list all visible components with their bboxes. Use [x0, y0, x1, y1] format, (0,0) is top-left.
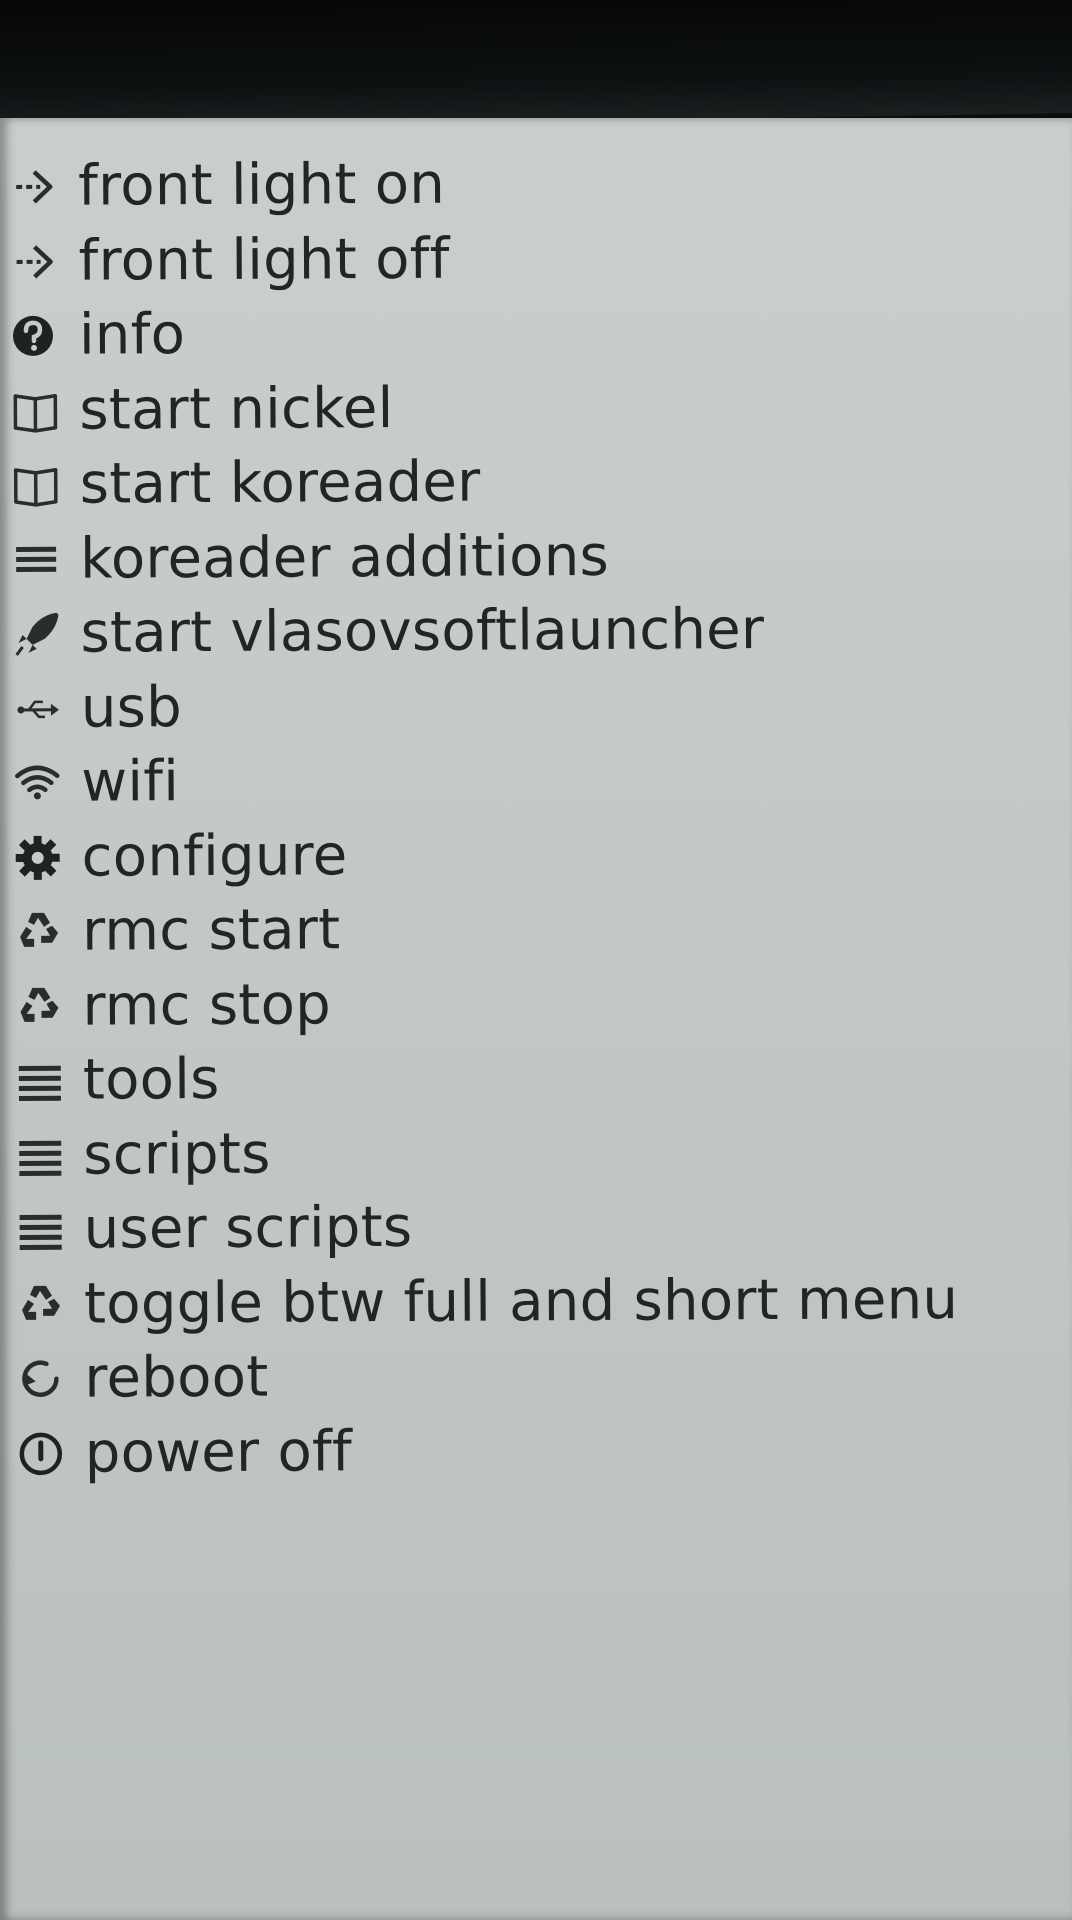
menu-item-label: scripts: [83, 1121, 271, 1188]
menu-item-label: front light off: [78, 226, 450, 294]
recycle-icon: [14, 976, 82, 1036]
menu-item-rmc-stop[interactable]: rmc stop: [14, 965, 957, 1044]
menu-item-start-vlasovsoftlauncher[interactable]: start vlasovsoftlauncher: [12, 592, 955, 671]
menu-item-label: start nickel: [79, 375, 394, 443]
menu-item-label: power off: [84, 1418, 353, 1486]
power-icon: [17, 1423, 85, 1483]
launcher-menu: front light on front light off info star…: [10, 145, 959, 1491]
menu-item-front-light-on[interactable]: front light on: [10, 145, 953, 224]
menu-item-label: info: [78, 302, 186, 368]
menu-item-label: reboot: [84, 1344, 269, 1411]
menu-item-info[interactable]: info: [11, 294, 954, 373]
menu-item-label: koreader additions: [79, 523, 610, 592]
menu-item-tools[interactable]: tools: [15, 1039, 958, 1118]
menu-item-label: wifi: [81, 749, 180, 815]
menu-item-label: start koreader: [79, 449, 481, 517]
menu-item-koreader-additions[interactable]: koreader additions: [12, 518, 955, 597]
menu-item-front-light-off[interactable]: front light off: [10, 220, 953, 299]
list-icon: [15, 1200, 83, 1260]
menu-item-label: start vlasovsoftlauncher: [80, 597, 765, 666]
book-icon: [11, 380, 79, 440]
menu-item-usb[interactable]: usb: [13, 667, 956, 746]
wifi-icon: [13, 753, 81, 813]
menu-item-power-off[interactable]: power off: [17, 1412, 960, 1491]
menu-item-rmc-start[interactable]: rmc start: [14, 890, 957, 969]
recycle-icon: [16, 1274, 84, 1334]
menu-item-wifi[interactable]: wifi: [13, 741, 956, 820]
gear-icon: [14, 827, 82, 887]
refresh-icon: [16, 1349, 84, 1409]
menu-item-label: configure: [81, 822, 348, 890]
menu-item-configure[interactable]: configure: [14, 816, 957, 895]
menu-item-reboot[interactable]: reboot: [16, 1337, 959, 1416]
menu-item-start-koreader[interactable]: start koreader: [12, 443, 955, 522]
list-icon: [15, 1051, 83, 1111]
menu-item-scripts[interactable]: scripts: [15, 1114, 958, 1193]
book-icon: [12, 455, 80, 515]
menu-item-label: toggle btw full and short menu: [83, 1266, 959, 1337]
question-circle-icon: [11, 306, 79, 366]
menu-item-label: rmc stop: [82, 972, 332, 1039]
usb-icon: [13, 678, 81, 738]
menu-item-start-nickel[interactable]: start nickel: [11, 369, 954, 448]
menu-item-label: tools: [82, 1047, 220, 1113]
recycle-icon: [14, 902, 82, 962]
rocket-icon: [12, 604, 80, 664]
menu-item-label: rmc start: [81, 897, 341, 964]
menu-item-user-scripts[interactable]: user scripts: [15, 1188, 958, 1267]
menu-item-label: front light on: [78, 151, 446, 219]
menu-item-label: usb: [80, 674, 183, 741]
list-icon: [12, 529, 80, 589]
device-bezel: [0, 0, 1072, 130]
arrow-right-icon: [10, 157, 78, 217]
list-icon: [15, 1125, 83, 1185]
menu-item-label: user scripts: [83, 1195, 413, 1262]
menu-item-toggle-menu[interactable]: toggle btw full and short menu: [16, 1263, 959, 1342]
arrow-right-icon: [10, 231, 78, 291]
